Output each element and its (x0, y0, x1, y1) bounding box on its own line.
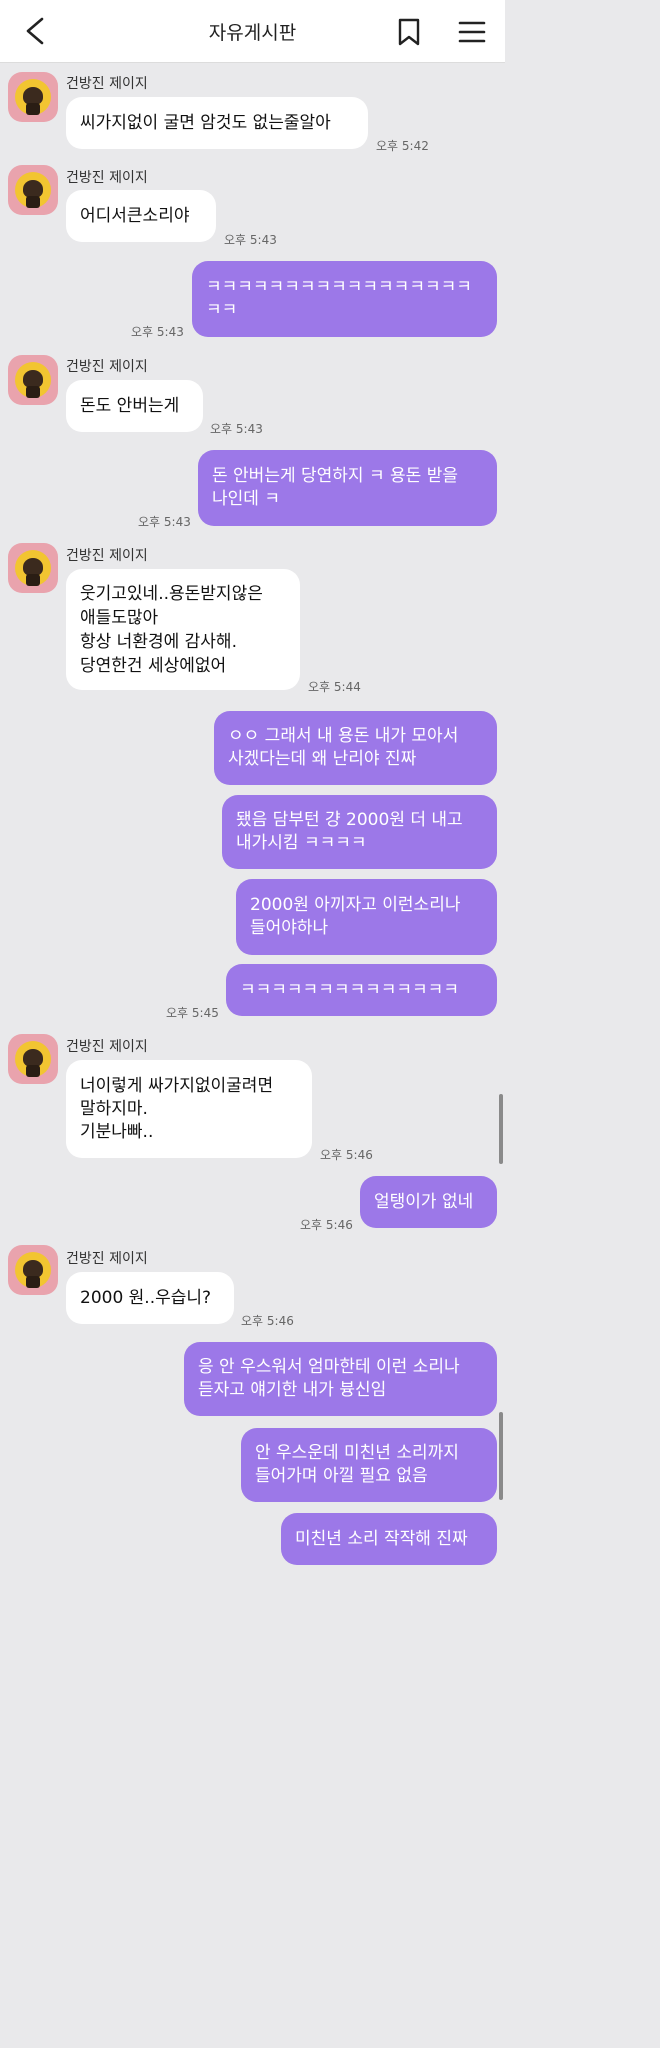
message-time: 오후 5:43 (131, 325, 184, 339)
contact-avatar[interactable] (8, 72, 58, 122)
top-bar: 자유게시판 (0, 0, 505, 63)
avatar-body (26, 1276, 40, 1288)
sent-message: ㅋㅋㅋㅋㅋㅋㅋㅋㅋㅋㅋㅋㅋㅋㅋㅋㅋ ㅋㅋ (192, 261, 497, 337)
sent-message: 얼탱이가 없네 (360, 1176, 497, 1228)
page-title: 자유게시판 (208, 22, 297, 44)
scrollbar-thumb[interactable] (499, 1094, 503, 1164)
contact-name: 건방진 제이지 (66, 170, 148, 186)
message-time: 오후 5:46 (320, 1148, 373, 1162)
contact-name: 건방진 제이지 (66, 359, 148, 375)
message-time: 오후 5:44 (308, 680, 361, 694)
message-time: 오후 5:45 (166, 1006, 219, 1020)
contact-name: 건방진 제이지 (66, 548, 148, 564)
message-time: 오후 5:43 (210, 422, 263, 436)
received-message: 웃기고있네..용돈받지않은 애들도많아 항상 너환경에 감사해. 당연한건 세상… (66, 569, 300, 690)
contact-name: 건방진 제이지 (66, 1039, 148, 1055)
scrollbar-thumb[interactable] (499, 1412, 503, 1500)
sent-message: ㅋㅋㅋㅋㅋㅋㅋㅋㅋㅋㅋㅋㅋㅋ (226, 964, 497, 1016)
menu-icon[interactable] (458, 19, 486, 45)
avatar-body (26, 386, 40, 398)
sent-message: 안 우스운데 미친년 소리까지 들어가며 아낄 필요 없음 (241, 1428, 497, 1502)
sent-message: ㅇㅇ 그래서 내 용돈 내가 모아서 사겠다는데 왜 난리야 진짜 (214, 711, 497, 785)
message-time: 오후 5:43 (224, 233, 277, 247)
avatar-body (26, 1065, 40, 1077)
contact-name: 건방진 제이지 (66, 76, 148, 92)
sent-message: 응 안 우스워서 엄마한테 이런 소리나 듣자고 얘기한 내가 븅신임 (184, 1342, 497, 1416)
sent-message: 돈 안버는게 당연하지 ㅋ 용돈 받을 나인데 ㅋ (198, 450, 497, 526)
sent-message: 미친년 소리 작작해 진짜 (281, 1513, 497, 1565)
message-time: 오후 5:43 (138, 515, 191, 529)
contact-avatar[interactable] (8, 1034, 58, 1084)
sent-message: 됐음 담부턴 걍 2000원 더 내고 내가시킴 ㅋㅋㅋㅋ (222, 795, 497, 869)
bookmark-icon[interactable] (396, 17, 422, 47)
contact-avatar[interactable] (8, 355, 58, 405)
received-message: 어디서큰소리야 (66, 190, 216, 242)
message-time: 오후 5:46 (300, 1218, 353, 1232)
message-time: 오후 5:42 (376, 139, 429, 153)
received-message: 돈도 안버는게 (66, 380, 203, 432)
avatar-body (26, 574, 40, 586)
contact-avatar[interactable] (8, 1245, 58, 1295)
received-message: 2000 원..우습니? (66, 1272, 234, 1324)
avatar-body (26, 196, 40, 208)
received-message: 씨가지없이 굴면 암것도 없는줄알아 (66, 97, 368, 149)
message-time: 오후 5:46 (241, 1314, 294, 1328)
sent-message: 2000원 아끼자고 이런소리나 들어야하나 (236, 879, 497, 955)
received-message: 너이렇게 싸가지없이굴려면 말하지마. 기분나빠.. (66, 1060, 312, 1158)
avatar-body (26, 103, 40, 115)
contact-avatar[interactable] (8, 165, 58, 215)
contact-name: 건방진 제이지 (66, 1251, 148, 1267)
contact-avatar[interactable] (8, 543, 58, 593)
